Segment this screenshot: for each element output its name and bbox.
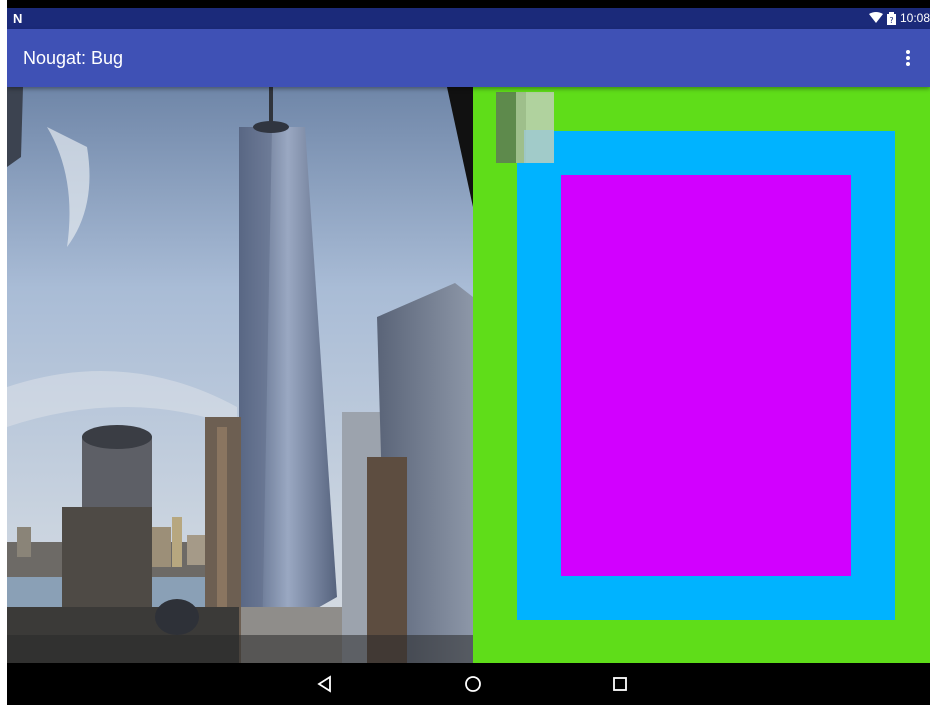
- app-bar: Nougat: Bug: [7, 29, 930, 87]
- recents-square-icon[interactable]: [610, 674, 630, 694]
- navigation-bar: [7, 663, 930, 705]
- magenta-rect: [561, 175, 851, 576]
- back-triangle-icon[interactable]: [315, 674, 335, 694]
- device-screen: N ? 10:08 Nougat: Bug: [7, 0, 930, 705]
- content-area: [7, 87, 930, 663]
- notification-icon: N: [13, 11, 23, 26]
- more-vert-icon[interactable]: [896, 46, 920, 70]
- status-bar: N ? 10:08: [7, 8, 930, 29]
- app-title: Nougat: Bug: [23, 48, 124, 68]
- clock: 10:08: [899, 11, 930, 25]
- home-circle-icon[interactable]: [463, 674, 483, 694]
- skyline-photo: [7, 87, 473, 663]
- wifi-icon: [868, 12, 883, 24]
- battery-icon: ?: [886, 11, 896, 25]
- photo-thumbnail: [496, 92, 554, 163]
- color-panel: [473, 87, 930, 663]
- svg-text:?: ?: [889, 16, 893, 25]
